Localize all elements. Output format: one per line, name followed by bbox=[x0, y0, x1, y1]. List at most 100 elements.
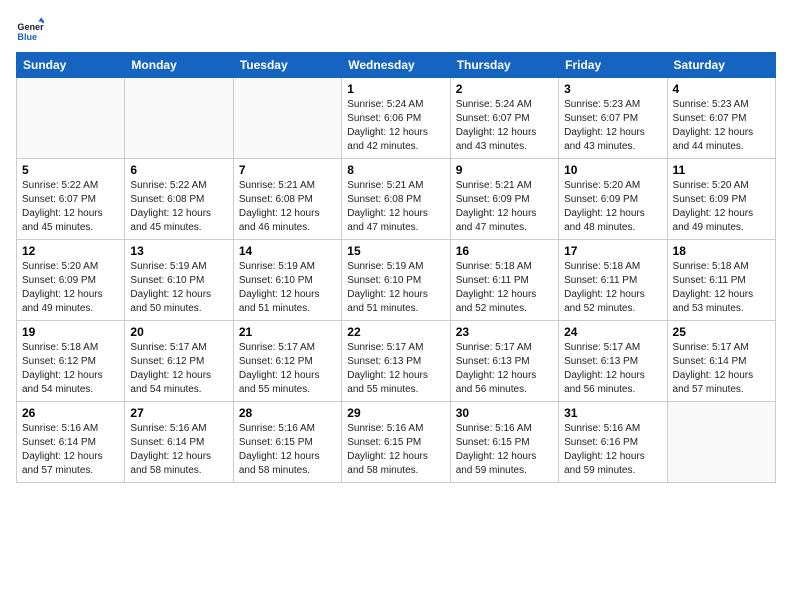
day-number: 2 bbox=[456, 82, 553, 96]
day-info: Sunrise: 5:16 AMSunset: 6:14 PMDaylight:… bbox=[22, 422, 119, 478]
day-info: Sunrise: 5:16 AMSunset: 6:14 PMDaylight:… bbox=[130, 422, 227, 478]
day-number: 24 bbox=[564, 325, 661, 339]
calendar-cell: 14 Sunrise: 5:19 AMSunset: 6:10 PMDayligh… bbox=[233, 240, 341, 321]
calendar-cell: 2 Sunrise: 5:24 AMSunset: 6:07 PMDaylight… bbox=[450, 78, 558, 159]
day-number: 26 bbox=[22, 406, 119, 420]
calendar-cell: 27 Sunrise: 5:16 AMSunset: 6:14 PMDayligh… bbox=[125, 402, 233, 483]
day-info: Sunrise: 5:17 AMSunset: 6:13 PMDaylight:… bbox=[564, 341, 661, 397]
day-number: 11 bbox=[673, 163, 770, 177]
day-info: Sunrise: 5:18 AMSunset: 6:11 PMDaylight:… bbox=[564, 260, 661, 316]
day-info: Sunrise: 5:22 AMSunset: 6:07 PMDaylight:… bbox=[22, 179, 119, 235]
day-info: Sunrise: 5:17 AMSunset: 6:14 PMDaylight:… bbox=[673, 341, 770, 397]
calendar-header-wednesday: Wednesday bbox=[342, 53, 450, 78]
calendar-cell: 26 Sunrise: 5:16 AMSunset: 6:14 PMDayligh… bbox=[17, 402, 125, 483]
day-number: 15 bbox=[347, 244, 444, 258]
calendar-cell: 15 Sunrise: 5:19 AMSunset: 6:10 PMDayligh… bbox=[342, 240, 450, 321]
day-info: Sunrise: 5:18 AMSunset: 6:11 PMDaylight:… bbox=[456, 260, 553, 316]
day-info: Sunrise: 5:16 AMSunset: 6:15 PMDaylight:… bbox=[239, 422, 336, 478]
day-info: Sunrise: 5:19 AMSunset: 6:10 PMDaylight:… bbox=[239, 260, 336, 316]
day-number: 19 bbox=[22, 325, 119, 339]
calendar-cell: 8 Sunrise: 5:21 AMSunset: 6:08 PMDaylight… bbox=[342, 159, 450, 240]
calendar-header-sunday: Sunday bbox=[17, 53, 125, 78]
day-number: 29 bbox=[347, 406, 444, 420]
calendar-header-friday: Friday bbox=[559, 53, 667, 78]
day-number: 22 bbox=[347, 325, 444, 339]
logo-icon: General Blue bbox=[16, 16, 44, 44]
day-info: Sunrise: 5:16 AMSunset: 6:15 PMDaylight:… bbox=[347, 422, 444, 478]
day-number: 16 bbox=[456, 244, 553, 258]
calendar-week-1: 1 Sunrise: 5:24 AMSunset: 6:06 PMDaylight… bbox=[17, 78, 776, 159]
day-info: Sunrise: 5:16 AMSunset: 6:16 PMDaylight:… bbox=[564, 422, 661, 478]
calendar-cell bbox=[233, 78, 341, 159]
day-info: Sunrise: 5:17 AMSunset: 6:12 PMDaylight:… bbox=[130, 341, 227, 397]
day-number: 20 bbox=[130, 325, 227, 339]
page-header: General Blue bbox=[16, 16, 776, 44]
calendar-header-monday: Monday bbox=[125, 53, 233, 78]
calendar-header-thursday: Thursday bbox=[450, 53, 558, 78]
day-number: 27 bbox=[130, 406, 227, 420]
calendar-cell: 29 Sunrise: 5:16 AMSunset: 6:15 PMDayligh… bbox=[342, 402, 450, 483]
calendar-cell: 5 Sunrise: 5:22 AMSunset: 6:07 PMDaylight… bbox=[17, 159, 125, 240]
day-info: Sunrise: 5:23 AMSunset: 6:07 PMDaylight:… bbox=[564, 98, 661, 154]
calendar-cell: 25Sunrise: 5:17 AMSunset: 6:14 PMDayligh… bbox=[667, 321, 775, 402]
day-info: Sunrise: 5:21 AMSunset: 6:09 PMDaylight:… bbox=[456, 179, 553, 235]
day-number: 21 bbox=[239, 325, 336, 339]
day-info: Sunrise: 5:22 AMSunset: 6:08 PMDaylight:… bbox=[130, 179, 227, 235]
day-number: 13 bbox=[130, 244, 227, 258]
day-number: 1 bbox=[347, 82, 444, 96]
day-info: Sunrise: 5:17 AMSunset: 6:13 PMDaylight:… bbox=[456, 341, 553, 397]
calendar-cell: 24 Sunrise: 5:17 AMSunset: 6:13 PMDayligh… bbox=[559, 321, 667, 402]
calendar-cell: 28 Sunrise: 5:16 AMSunset: 6:15 PMDayligh… bbox=[233, 402, 341, 483]
calendar-cell: 31 Sunrise: 5:16 AMSunset: 6:16 PMDayligh… bbox=[559, 402, 667, 483]
day-number: 17 bbox=[564, 244, 661, 258]
calendar-cell: 7 Sunrise: 5:21 AMSunset: 6:08 PMDaylight… bbox=[233, 159, 341, 240]
calendar-header-row: SundayMondayTuesdayWednesdayThursdayFrid… bbox=[17, 53, 776, 78]
calendar-cell: 6 Sunrise: 5:22 AMSunset: 6:08 PMDaylight… bbox=[125, 159, 233, 240]
day-info: Sunrise: 5:20 AMSunset: 6:09 PMDaylight:… bbox=[673, 179, 770, 235]
calendar-week-2: 5 Sunrise: 5:22 AMSunset: 6:07 PMDaylight… bbox=[17, 159, 776, 240]
calendar-week-5: 26 Sunrise: 5:16 AMSunset: 6:14 PMDayligh… bbox=[17, 402, 776, 483]
day-info: Sunrise: 5:23 AMSunset: 6:07 PMDaylight:… bbox=[673, 98, 770, 154]
day-number: 3 bbox=[564, 82, 661, 96]
day-number: 30 bbox=[456, 406, 553, 420]
calendar-header-tuesday: Tuesday bbox=[233, 53, 341, 78]
day-number: 31 bbox=[564, 406, 661, 420]
calendar-cell: 10 Sunrise: 5:20 AMSunset: 6:09 PMDayligh… bbox=[559, 159, 667, 240]
day-info: Sunrise: 5:19 AMSunset: 6:10 PMDaylight:… bbox=[347, 260, 444, 316]
calendar-cell: 1 Sunrise: 5:24 AMSunset: 6:06 PMDaylight… bbox=[342, 78, 450, 159]
day-info: Sunrise: 5:24 AMSunset: 6:06 PMDaylight:… bbox=[347, 98, 444, 154]
calendar-cell: 17 Sunrise: 5:18 AMSunset: 6:11 PMDayligh… bbox=[559, 240, 667, 321]
calendar-cell: 18Sunrise: 5:18 AMSunset: 6:11 PMDayligh… bbox=[667, 240, 775, 321]
day-info: Sunrise: 5:20 AMSunset: 6:09 PMDaylight:… bbox=[22, 260, 119, 316]
day-number: 12 bbox=[22, 244, 119, 258]
calendar-cell: 4 Sunrise: 5:23 AMSunset: 6:07 PMDaylight… bbox=[667, 78, 775, 159]
day-info: Sunrise: 5:18 AMSunset: 6:11 PMDaylight:… bbox=[673, 260, 770, 316]
calendar-cell: 13 Sunrise: 5:19 AMSunset: 6:10 PMDayligh… bbox=[125, 240, 233, 321]
calendar-cell: 16 Sunrise: 5:18 AMSunset: 6:11 PMDayligh… bbox=[450, 240, 558, 321]
day-number: 8 bbox=[347, 163, 444, 177]
calendar-cell bbox=[17, 78, 125, 159]
calendar-week-4: 19Sunrise: 5:18 AMSunset: 6:12 PMDayligh… bbox=[17, 321, 776, 402]
day-number: 14 bbox=[239, 244, 336, 258]
calendar-cell bbox=[667, 402, 775, 483]
day-number: 4 bbox=[673, 82, 770, 96]
day-number: 28 bbox=[239, 406, 336, 420]
day-number: 6 bbox=[130, 163, 227, 177]
calendar-header-saturday: Saturday bbox=[667, 53, 775, 78]
calendar-cell: 21 Sunrise: 5:17 AMSunset: 6:12 PMDayligh… bbox=[233, 321, 341, 402]
day-number: 5 bbox=[22, 163, 119, 177]
day-number: 9 bbox=[456, 163, 553, 177]
day-info: Sunrise: 5:17 AMSunset: 6:13 PMDaylight:… bbox=[347, 341, 444, 397]
day-info: Sunrise: 5:21 AMSunset: 6:08 PMDaylight:… bbox=[347, 179, 444, 235]
day-info: Sunrise: 5:19 AMSunset: 6:10 PMDaylight:… bbox=[130, 260, 227, 316]
day-number: 10 bbox=[564, 163, 661, 177]
day-info: Sunrise: 5:17 AMSunset: 6:12 PMDaylight:… bbox=[239, 341, 336, 397]
day-info: Sunrise: 5:20 AMSunset: 6:09 PMDaylight:… bbox=[564, 179, 661, 235]
day-number: 7 bbox=[239, 163, 336, 177]
day-info: Sunrise: 5:21 AMSunset: 6:08 PMDaylight:… bbox=[239, 179, 336, 235]
day-info: Sunrise: 5:24 AMSunset: 6:07 PMDaylight:… bbox=[456, 98, 553, 154]
calendar-week-3: 12 Sunrise: 5:20 AMSunset: 6:09 PMDayligh… bbox=[17, 240, 776, 321]
svg-text:General: General bbox=[17, 22, 44, 32]
day-number: 23 bbox=[456, 325, 553, 339]
calendar-cell: 12 Sunrise: 5:20 AMSunset: 6:09 PMDayligh… bbox=[17, 240, 125, 321]
